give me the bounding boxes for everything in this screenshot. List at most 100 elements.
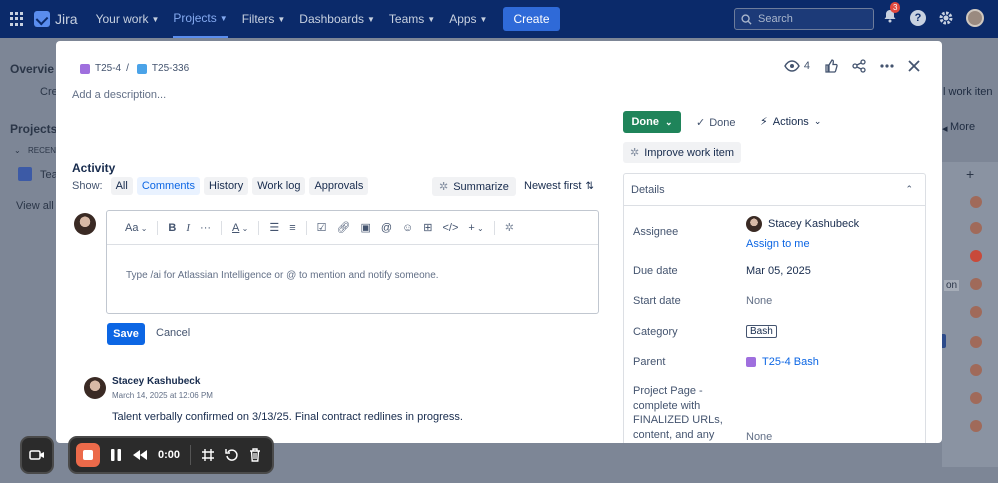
nav-projects[interactable]: Projects ▼ [173, 0, 228, 38]
assign-to-me-link[interactable]: Assign to me [746, 238, 810, 250]
top-navigation: Jira Your work ▼ Projects ▼ Filters ▼ Dashb… [0, 0, 998, 38]
editor-toolbar: Aa ⌄ B I ··· A ⌄ ☰ ≡ ☑ 🔗︎ ▣ @ ☺ ⊞ </> + … [107, 211, 598, 245]
camera-toggle-button[interactable] [20, 436, 54, 474]
eye-icon [784, 60, 800, 72]
background-avatar [970, 196, 982, 208]
recording-timer: 0:00 [158, 449, 181, 461]
pause-icon[interactable] [110, 448, 122, 462]
parent-field[interactable]: T25-4 Bash [746, 356, 819, 368]
toolbar-divider [305, 220, 307, 235]
search-input[interactable]: Search [734, 8, 874, 30]
help-icon[interactable]: ? [910, 9, 926, 26]
improve-work-item-button[interactable]: ✲ Improve work item [623, 142, 742, 163]
nav-label: Dashboards [299, 12, 364, 26]
profile-avatar[interactable] [966, 8, 984, 27]
nav-teams[interactable]: Teams ▼ [389, 12, 435, 26]
background-avatar [970, 364, 982, 376]
improve-label: Improve work item [644, 146, 735, 159]
save-button[interactable]: Save [107, 323, 145, 345]
chevron-down-icon: ⌄ [239, 223, 249, 233]
bullet-list-icon[interactable]: ☰ [269, 221, 279, 234]
breadcrumb-issue-key[interactable]: T25-336 [152, 63, 189, 74]
comment-body: Talent verbally confirmed on 3/13/25. Fi… [112, 411, 463, 423]
grid-icon[interactable] [201, 448, 215, 462]
filter-all[interactable]: All [110, 177, 133, 195]
video-camera-icon [29, 450, 44, 460]
background-avatar [970, 336, 982, 348]
rewind-icon[interactable] [132, 449, 148, 461]
comment-editor[interactable]: Aa ⌄ B I ··· A ⌄ ☰ ≡ ☑ 🔗︎ ▣ @ ☺ ⊞ </> + … [106, 210, 599, 314]
checkbox-icon[interactable]: ☑ [317, 221, 327, 234]
filter-history[interactable]: History [204, 177, 249, 195]
mention-icon[interactable]: @ [381, 222, 392, 234]
comment-author[interactable]: Stacey Kashubeck [112, 376, 200, 387]
filter-approvals[interactable]: Approvals [309, 177, 369, 195]
actions-menu[interactable]: ⚡︎ Actions ⌄ [760, 115, 821, 129]
thumbs-up-icon[interactable] [824, 59, 838, 73]
text-color-button[interactable]: A ⌄ [232, 222, 248, 234]
chevron-down-icon: ⌄ [474, 223, 484, 233]
nav-label: Filters [241, 12, 275, 26]
start-date-value[interactable]: None [746, 295, 772, 307]
filter-work-log[interactable]: Work log [252, 177, 306, 195]
bold-button[interactable]: B [168, 222, 176, 234]
create-button[interactable]: Create [503, 7, 560, 31]
close-icon[interactable] [908, 60, 920, 72]
trash-icon[interactable] [249, 448, 261, 462]
breadcrumb-separator: / [126, 63, 129, 74]
check-icon: ✓ [696, 117, 706, 129]
ai-sparkle-icon: ✲ [439, 181, 449, 193]
jira-logo[interactable]: Jira [34, 11, 78, 27]
italic-button[interactable]: I [186, 222, 190, 234]
more-options-icon[interactable] [880, 64, 894, 68]
description-field[interactable]: Add a description... [72, 89, 166, 101]
more-formatting-button[interactable]: ··· [200, 222, 211, 234]
breadcrumb-parent-link[interactable]: T25-4 [95, 63, 121, 74]
emoji-icon[interactable]: ☺ [402, 222, 413, 234]
chevron-down-icon: ⌄ [664, 116, 673, 127]
due-date-value[interactable]: Mar 05, 2025 [746, 265, 811, 277]
toolbar-divider [493, 220, 495, 235]
watch-button[interactable]: 4 [784, 60, 810, 72]
details-header[interactable]: Details ⌃ [624, 174, 925, 206]
assignee-avatar [746, 216, 762, 232]
sort-order-button[interactable]: Newest first ⇅ [524, 180, 594, 192]
category-field[interactable]: Bash [746, 325, 777, 338]
filter-comments[interactable]: Comments [136, 177, 200, 195]
label-line: content, and any [633, 428, 715, 441]
insert-menu[interactable]: + ⌄ [468, 222, 483, 234]
code-icon[interactable]: </> [442, 222, 458, 234]
comment-timestamp: March 14, 2025 at 12:06 PM [112, 391, 213, 400]
nav-filters[interactable]: Filters ▼ [242, 12, 286, 26]
summarize-label: Summarize [453, 180, 509, 193]
gear-icon[interactable] [938, 10, 954, 26]
numbered-list-icon[interactable]: ≡ [289, 222, 295, 234]
label-line: FINALIZED URLs, [633, 414, 723, 426]
background-recent-label: RECEN [28, 146, 57, 155]
sort-icon: ⇅ [585, 180, 594, 192]
ai-sparkle-icon[interactable]: ✲ [505, 221, 514, 234]
app-switcher-icon[interactable] [10, 12, 24, 26]
image-icon[interactable]: ▣ [360, 221, 370, 234]
logo-text: Jira [55, 11, 78, 27]
restart-icon[interactable] [225, 448, 239, 462]
stop-recording-button[interactable] [76, 443, 100, 467]
status-label: Done [631, 116, 659, 128]
background-work-item-label: l work iten [943, 86, 993, 98]
nav-dashboards[interactable]: Dashboards ▼ [299, 12, 375, 26]
notifications-button[interactable]: 3 [882, 2, 901, 27]
epic-icon [80, 63, 90, 74]
link-icon[interactable]: 🔗︎ [336, 221, 350, 234]
project-page-value[interactable]: None [746, 431, 772, 443]
assignee-field[interactable]: Stacey Kashubeck [746, 216, 859, 232]
nav-apps[interactable]: Apps ▼ [449, 12, 487, 26]
text-style-dropdown[interactable]: Aa ⌄ [125, 222, 147, 234]
nav-your-work[interactable]: Your work ▼ [96, 12, 160, 26]
label-line: other [633, 442, 723, 443]
cancel-button[interactable]: Cancel [156, 327, 190, 339]
summarize-button[interactable]: ✲ Summarize [432, 177, 516, 196]
share-icon[interactable] [852, 59, 866, 73]
table-icon[interactable]: ⊞ [423, 221, 432, 234]
start-date-label: Start date [633, 295, 681, 307]
status-dropdown[interactable]: Done ⌄ [623, 111, 681, 133]
